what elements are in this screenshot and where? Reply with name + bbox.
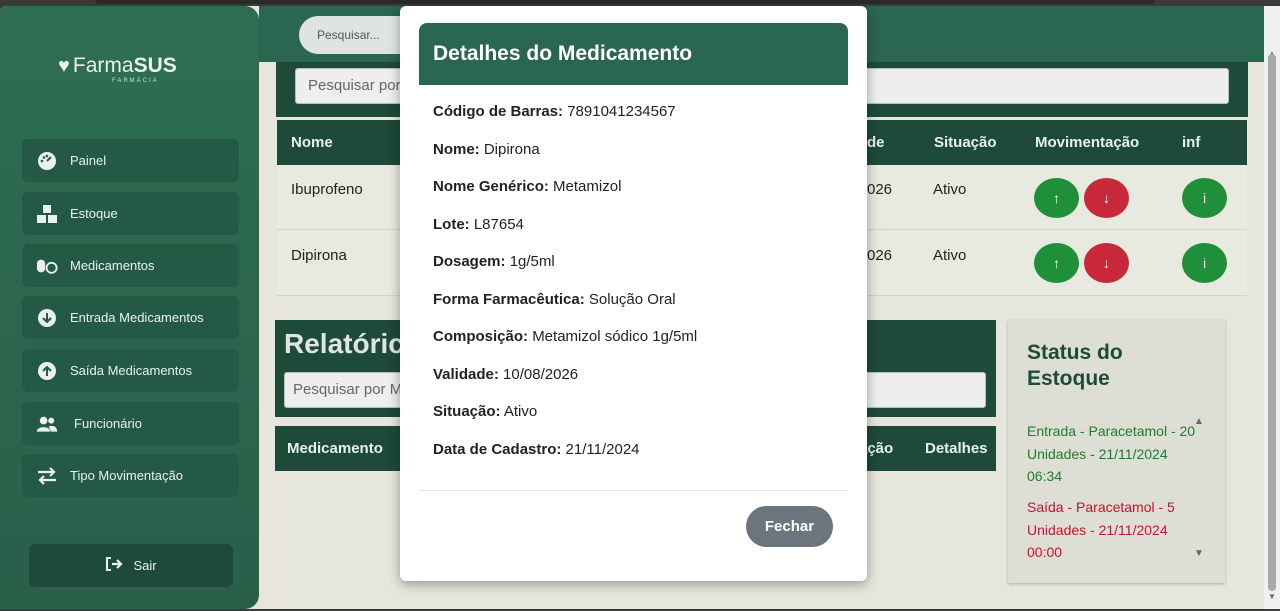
field-registration-date: Data de Cadastro: 21/11/2024 bbox=[433, 441, 640, 458]
sidebar-item-funcionario[interactable]: Funcionário bbox=[22, 402, 239, 445]
sidebar-item-label: Funcionário bbox=[74, 416, 142, 431]
browser-top-edge bbox=[95, 0, 1155, 4]
row-status: Ativo bbox=[933, 181, 967, 198]
sidebar-item-estoque[interactable]: Estoque bbox=[22, 192, 239, 235]
status-entry-out: Saída - Paracetamol - 5 Unidades - 21/11… bbox=[1027, 499, 1175, 560]
row-status: Ativo bbox=[933, 247, 967, 264]
col-inf: inf bbox=[1182, 134, 1201, 151]
arrow-down-circle-icon bbox=[36, 307, 58, 329]
row-name: Ibuprofeno bbox=[291, 181, 363, 198]
arrow-up-circle-icon bbox=[36, 360, 58, 382]
logo-subtitle: FARMÁCIA bbox=[112, 78, 159, 84]
field-value: 7891041234567 bbox=[567, 103, 676, 120]
close-button[interactable]: Fechar bbox=[746, 506, 833, 547]
field-value: 10/08/2026 bbox=[503, 366, 579, 383]
field-form: Forma Farmacêutica: Solução Oral bbox=[433, 291, 676, 308]
sidebar-item-label: Painel bbox=[70, 153, 107, 168]
logo-prefix: Farma bbox=[72, 54, 134, 77]
page-scrollbar[interactable]: ▲ ▼ bbox=[1264, 6, 1280, 609]
col-nome: Nome bbox=[291, 134, 333, 151]
sidebar: ♥ Farma SUS FARMÁCIA Painel Estoque Medi… bbox=[0, 6, 259, 609]
users-icon bbox=[36, 413, 58, 435]
sidebar-item-saida[interactable]: Saída Medicamentos bbox=[22, 349, 239, 392]
row-name: Dipirona bbox=[291, 247, 347, 264]
stock-out-button[interactable]: ↓ bbox=[1084, 243, 1129, 283]
field-expiry: Validade: 10/08/2026 bbox=[433, 366, 578, 383]
status-title: Status do Estoque bbox=[1027, 341, 1123, 390]
scroll-down-arrow-icon[interactable]: ▼ bbox=[1268, 592, 1276, 601]
stock-in-button[interactable]: ↑ bbox=[1034, 243, 1079, 283]
heart-pulse-icon: ♥ bbox=[58, 54, 70, 77]
field-label: Nome: bbox=[433, 141, 480, 158]
app-logo: ♥ Farma SUS bbox=[58, 54, 177, 78]
stock-out-button[interactable]: ↓ bbox=[1084, 178, 1129, 218]
field-barcode: Código de Barras: 7891041234567 bbox=[433, 103, 676, 120]
field-value: L87654 bbox=[473, 216, 524, 233]
info-button[interactable]: i bbox=[1182, 178, 1227, 218]
sidebar-item-label: Tipo Movimentação bbox=[70, 468, 183, 483]
pills-icon bbox=[36, 255, 58, 277]
field-label: Dosagem: bbox=[433, 253, 506, 270]
field-status: Situação: Ativo bbox=[433, 403, 537, 420]
logout-button[interactable]: Sair bbox=[29, 544, 233, 587]
logo-bold: SUS bbox=[133, 54, 177, 77]
col-medicamento: Medicamento bbox=[287, 440, 383, 457]
field-label: Nome Genérico: bbox=[433, 178, 549, 195]
scroll-up-icon[interactable]: ▲ bbox=[1194, 416, 1204, 427]
field-value: 1g/5ml bbox=[509, 253, 555, 270]
sidebar-item-tipo-movimentacao[interactable]: Tipo Movimentação bbox=[22, 454, 239, 497]
sidebar-item-label: Estoque bbox=[70, 206, 118, 221]
field-value: Dipirona bbox=[483, 141, 540, 158]
exchange-icon bbox=[36, 465, 58, 487]
sidebar-item-label: Medicamentos bbox=[70, 258, 155, 273]
scroll-down-icon[interactable]: ▼ bbox=[1194, 548, 1204, 559]
sidebar-item-medicamentos[interactable]: Medicamentos bbox=[22, 244, 239, 287]
field-value: Metamizol sódico 1g/5ml bbox=[532, 328, 698, 345]
stock-in-button[interactable]: ↑ bbox=[1034, 178, 1079, 218]
sidebar-item-painel[interactable]: Painel bbox=[22, 139, 239, 182]
col-validade: de bbox=[867, 134, 885, 151]
logout-label: Sair bbox=[133, 558, 157, 573]
sidebar-item-entrada[interactable]: Entrada Medicamentos bbox=[22, 296, 239, 339]
field-value: Ativo bbox=[503, 403, 538, 420]
medication-details-modal: Detalhes do Medicamento Código de Barras… bbox=[400, 6, 867, 581]
field-composition: Composição: Metamizol sódico 1g/5ml bbox=[433, 328, 697, 345]
modal-divider bbox=[419, 490, 848, 491]
dashboard-icon bbox=[36, 150, 58, 172]
field-dosage: Dosagem: 1g/5ml bbox=[433, 253, 555, 270]
field-label: Forma Farmacêutica: bbox=[433, 291, 585, 308]
stock-status-panel: Status do Estoque Entrada - Paracetamol … bbox=[1008, 320, 1225, 583]
modal-header: Detalhes do Medicamento bbox=[419, 23, 848, 85]
modal-title: Detalhes do Medicamento bbox=[433, 42, 693, 65]
field-name: Nome: Dipirona bbox=[433, 141, 540, 158]
row-date: 026 bbox=[867, 247, 893, 264]
sidebar-item-label: Entrada Medicamentos bbox=[70, 310, 204, 325]
field-label: Data de Cadastro: bbox=[433, 441, 562, 458]
field-value: 21/11/2024 bbox=[565, 441, 640, 458]
field-generic-name: Nome Genérico: Metamizol bbox=[433, 178, 621, 195]
info-button[interactable]: i bbox=[1182, 243, 1227, 283]
scrollbar-thumb[interactable] bbox=[1268, 54, 1276, 591]
field-label: Código de Barras: bbox=[433, 103, 564, 120]
col-detalhes: Detalhes bbox=[925, 440, 988, 457]
logout-icon bbox=[105, 556, 123, 575]
col-situacao: Situação bbox=[934, 134, 997, 151]
field-label: Situação: bbox=[433, 403, 501, 420]
boxes-icon bbox=[36, 203, 58, 225]
sidebar-item-label: Saída Medicamentos bbox=[70, 363, 193, 378]
row-date: 026 bbox=[867, 181, 893, 198]
field-batch: Lote: L87654 bbox=[433, 216, 524, 233]
status-entry-in: Entrada - Paracetamol - 20 Unidades - 21… bbox=[1027, 423, 1196, 484]
field-value: Metamizol bbox=[553, 178, 622, 195]
field-label: Validade: bbox=[433, 366, 499, 383]
report-title: Relatóric bbox=[284, 328, 404, 359]
field-value: Solução Oral bbox=[588, 291, 676, 308]
col-movimentacao: Movimentação bbox=[1035, 134, 1140, 151]
field-label: Composição: bbox=[433, 328, 529, 345]
field-label: Lote: bbox=[433, 216, 470, 233]
